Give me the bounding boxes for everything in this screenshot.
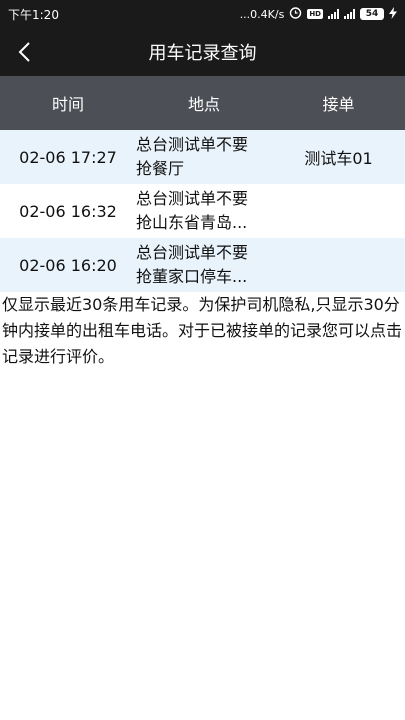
row-place-line2: 抢山东省青岛... bbox=[136, 213, 248, 232]
status-time: 下午1:20 bbox=[8, 7, 59, 22]
record-list: 02-06 17:27 总台测试单不要 抢餐厅 测试车01 02-06 16:3… bbox=[0, 130, 405, 292]
table-row[interactable]: 02-06 16:20 总台测试单不要 抢董家口停车... bbox=[0, 238, 405, 292]
row-place: 总台测试单不要 抢山东省青岛... bbox=[136, 187, 272, 235]
row-place-line1: 总台测试单不要 bbox=[136, 135, 249, 154]
table-row[interactable]: 02-06 16:32 总台测试单不要 抢山东省青岛... bbox=[0, 184, 405, 238]
chevron-left-icon bbox=[18, 42, 30, 62]
row-place: 总台测试单不要 抢董家口停车... bbox=[136, 241, 272, 289]
battery-icon: 54 bbox=[360, 8, 384, 20]
table-header: 时间 地点 接单 bbox=[0, 76, 405, 130]
notice-text: 仅显示最近30条用车记录。为保护司机隐私,只显示30分钟内接单的出租车电话。对于… bbox=[2, 295, 403, 366]
row-driver: 测试车01 bbox=[304, 149, 373, 168]
hd-icon: HD bbox=[307, 9, 323, 19]
row-place-line2: 抢董家口停车... bbox=[136, 267, 248, 286]
header-place: 地点 bbox=[187, 95, 220, 114]
status-icons: ...0.4K/s HD 54 bbox=[240, 6, 397, 22]
charging-icon bbox=[389, 6, 397, 22]
net-speed: ...0.4K/s bbox=[239, 7, 285, 21]
row-place-line1: 总台测试单不要 bbox=[136, 189, 249, 208]
table-row[interactable]: 02-06 17:27 总台测试单不要 抢餐厅 测试车01 bbox=[0, 130, 405, 184]
row-time: 02-06 16:20 bbox=[19, 255, 117, 275]
signal-4g-icon bbox=[328, 9, 339, 19]
row-time: 02-06 16:32 bbox=[19, 201, 117, 221]
header-driver: 接单 bbox=[322, 95, 355, 114]
row-place: 总台测试单不要 抢餐厅 bbox=[136, 133, 272, 181]
nav-bar: 用车记录查询 bbox=[0, 28, 405, 76]
back-button[interactable] bbox=[10, 38, 38, 66]
header-time: 时间 bbox=[51, 95, 84, 114]
signal-icon bbox=[344, 9, 355, 19]
page-title: 用车记录查询 bbox=[148, 43, 257, 64]
row-place-line1: 总台测试单不要 bbox=[136, 243, 249, 262]
row-place-line2: 抢餐厅 bbox=[136, 159, 185, 178]
row-time: 02-06 17:27 bbox=[19, 147, 117, 167]
alarm-icon bbox=[289, 6, 302, 22]
status-bar: 下午1:20 ...0.4K/s HD 54 bbox=[0, 0, 405, 28]
